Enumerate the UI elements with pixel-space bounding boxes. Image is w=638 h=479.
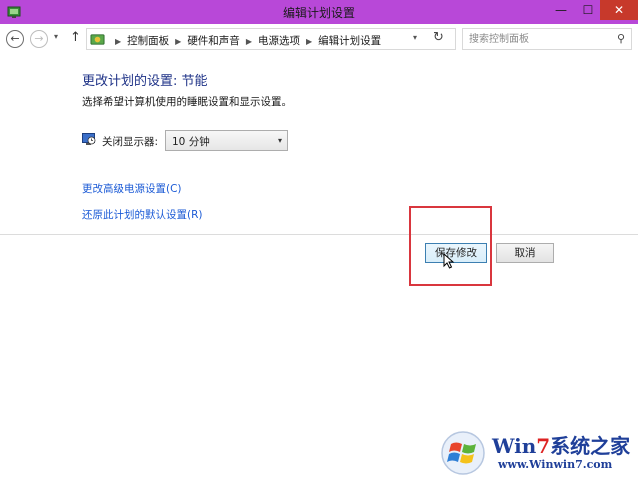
control-panel-icon xyxy=(90,34,105,45)
breadcrumb-separator: ▶ xyxy=(115,37,122,46)
recent-locations-button[interactable]: ▾ xyxy=(54,32,58,41)
window-title: 编辑计划设置 xyxy=(282,6,355,20)
display-off-value: 10 分钟 xyxy=(172,136,210,148)
watermark-brand-seven: 7 xyxy=(536,434,551,458)
breadcrumb-hardware-sound[interactable]: 硬件和声音 xyxy=(187,35,240,47)
chevron-down-icon: ▾ xyxy=(277,136,282,145)
advanced-power-settings-link[interactable]: 更改高级电源设置(C) xyxy=(82,181,182,196)
refresh-button[interactable]: ↻ xyxy=(433,30,444,45)
watermark-brand-prefix: Win xyxy=(492,434,537,458)
breadcrumb-separator[interactable]: ▶ xyxy=(246,37,252,46)
page-title: 更改计划的设置: 节能 xyxy=(82,74,208,89)
watermark: Win7系统之家 www.Winwin7.com xyxy=(440,428,638,478)
highlight-annotation xyxy=(409,206,492,286)
breadcrumb-separator[interactable]: ▶ xyxy=(306,37,312,46)
display-off-label: 关闭显示器: xyxy=(102,136,159,148)
search-icon[interactable]: ⚲ xyxy=(617,32,625,45)
address-dropdown-button[interactable]: ▾ xyxy=(413,33,417,42)
breadcrumb-separator[interactable]: ▶ xyxy=(175,37,181,46)
windows-logo-icon xyxy=(441,431,485,475)
display-off-select[interactable]: 10 分钟 ▾ xyxy=(165,130,288,151)
breadcrumb: ▶ 控制面板 ▶ 硬件和声音 ▶ 电源选项 ▶ 编辑计划设置 xyxy=(109,33,381,48)
page-description: 选择希望计算机使用的睡眠设置和显示设置。 xyxy=(82,96,292,108)
maximize-button[interactable]: ☐ xyxy=(575,0,601,20)
minimize-button[interactable]: — xyxy=(548,0,574,20)
breadcrumb-edit-plan-settings[interactable]: 编辑计划设置 xyxy=(318,35,381,47)
watermark-url: www.Winwin7.com xyxy=(498,458,613,471)
address-bar[interactable]: ▶ 控制面板 ▶ 硬件和声音 ▶ 电源选项 ▶ 编辑计划设置 ▾ ↻ xyxy=(86,28,456,50)
breadcrumb-control-panel[interactable]: 控制面板 xyxy=(127,35,169,47)
title-bar: 编辑计划设置 — ☐ ✕ xyxy=(0,0,638,24)
mouse-cursor-icon xyxy=(443,253,455,269)
display-clock-icon xyxy=(82,133,96,145)
breadcrumb-power-options[interactable]: 电源选项 xyxy=(258,35,300,47)
search-input[interactable] xyxy=(469,32,609,46)
navigation-bar: ← → ▾ ↑ ▶ 控制面板 ▶ 硬件和声音 ▶ 电源选项 ▶ 编辑计划设置 ▾ ↻ ⚲ xyxy=(0,24,638,54)
watermark-brand: Win7系统之家 xyxy=(492,430,630,459)
cancel-button[interactable]: 取消 xyxy=(496,243,554,263)
back-button[interactable]: ← xyxy=(6,30,24,48)
close-button[interactable]: ✕ xyxy=(600,0,638,20)
restore-defaults-link[interactable]: 还原此计划的默认设置(R) xyxy=(82,207,203,222)
up-button[interactable]: ↑ xyxy=(70,30,81,45)
forward-button[interactable]: → xyxy=(30,30,48,48)
divider xyxy=(0,234,638,235)
search-box[interactable]: ⚲ xyxy=(462,28,632,50)
watermark-brand-suffix: 系统之家 xyxy=(550,434,631,458)
